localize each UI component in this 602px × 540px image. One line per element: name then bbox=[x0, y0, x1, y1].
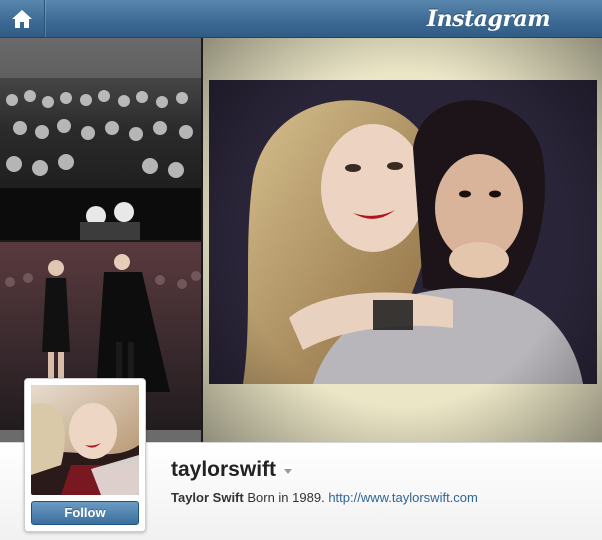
avatar[interactable] bbox=[31, 385, 139, 495]
top-navigation-bar: Instagram bbox=[0, 0, 602, 38]
photo-concert-crowd[interactable] bbox=[0, 38, 201, 240]
home-button[interactable] bbox=[0, 0, 45, 37]
profile-bio: Taylor Swift Born in 1989. http://www.ta… bbox=[171, 490, 478, 505]
bio-text: Born in 1989. bbox=[247, 490, 325, 505]
chevron-down-icon[interactable] bbox=[284, 469, 293, 474]
profile-card: Follow bbox=[24, 378, 146, 532]
website-link[interactable]: http://www.taylorswift.com bbox=[328, 490, 478, 505]
username: taylorswift bbox=[171, 458, 277, 481]
instagram-logo[interactable]: Instagram bbox=[427, 4, 551, 34]
full-name: Taylor Swift bbox=[171, 490, 244, 505]
username-row: taylorswift bbox=[171, 456, 293, 484]
photo-friends-hug[interactable] bbox=[203, 38, 602, 442]
follow-button[interactable]: Follow bbox=[31, 501, 139, 525]
home-icon bbox=[12, 9, 32, 28]
